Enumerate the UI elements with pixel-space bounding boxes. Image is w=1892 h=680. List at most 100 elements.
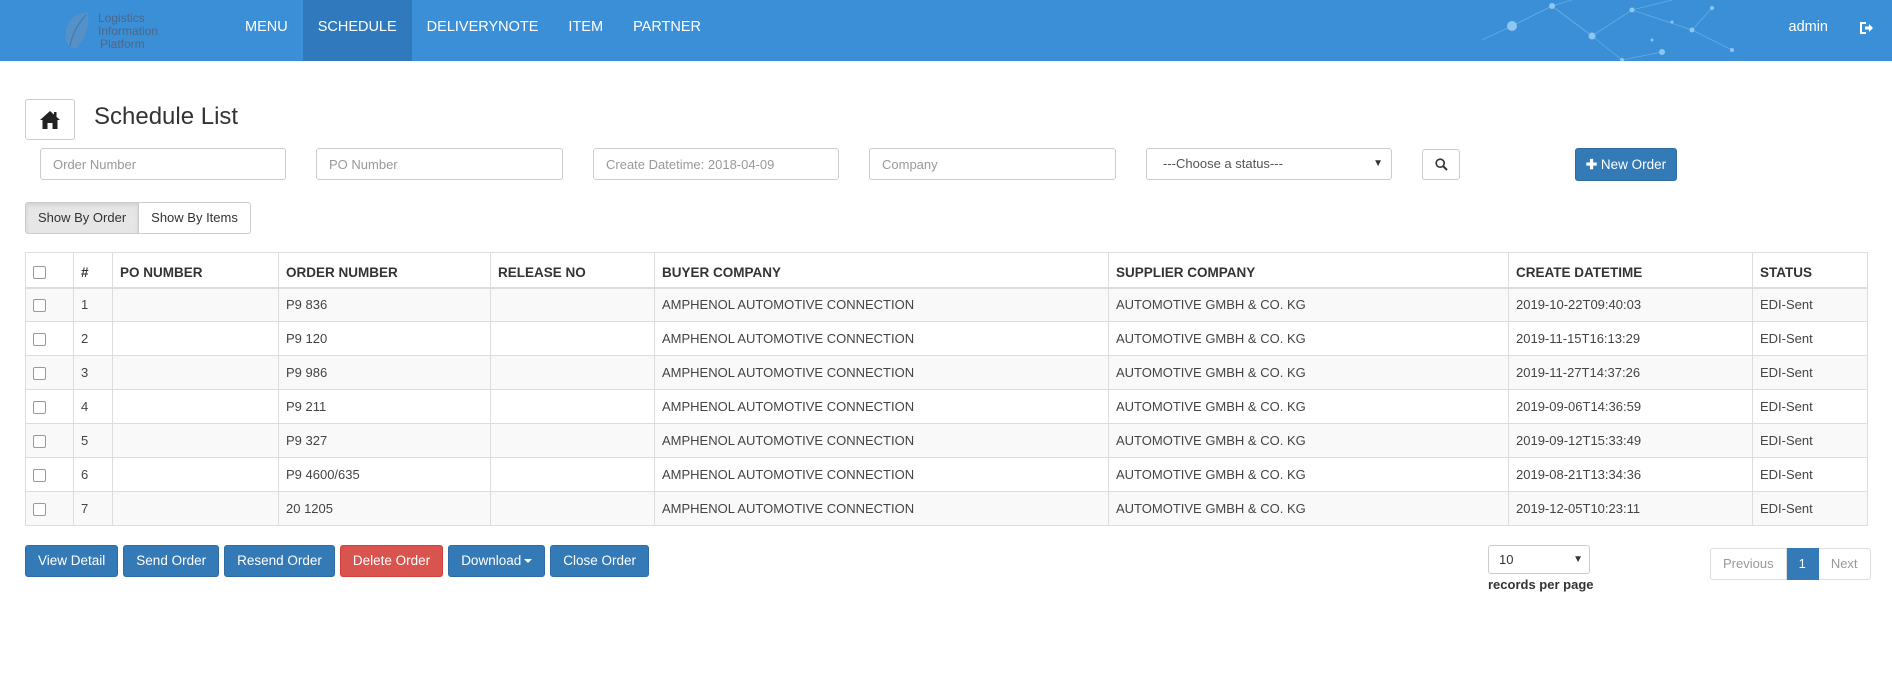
schedule-table: # PO NUMBER ORDER NUMBER RELEASE NO BUYE… [25, 252, 1868, 526]
next-page-button[interactable]: Next [1818, 548, 1871, 580]
send-order-button[interactable]: Send Order [123, 545, 220, 577]
nav-item-partner[interactable]: PARTNER [618, 0, 716, 61]
col-order-number[interactable]: ORDER NUMBER [278, 252, 491, 289]
row-checkbox[interactable] [33, 401, 46, 415]
row-select-cell [25, 457, 74, 492]
row-checkbox[interactable] [33, 299, 46, 313]
nav-item-item[interactable]: ITEM [553, 0, 618, 61]
row-checkbox[interactable] [33, 333, 46, 347]
row-select-cell [25, 423, 74, 458]
table-row[interactable]: 7 20 1205 AMPHENOL AUTOMOTIVE CONNECTION… [25, 491, 1868, 526]
page-title: Schedule List [94, 103, 239, 130]
caret-down-icon [524, 559, 533, 564]
user-menu[interactable]: admin [1789, 0, 1829, 55]
cell-release-no [490, 491, 655, 526]
row-checkbox[interactable] [33, 435, 46, 449]
action-bar: View Detail Send Order Resend Order Dele… [25, 545, 654, 577]
cell-order-number: P9 327 [278, 423, 491, 458]
row-select-cell [25, 389, 74, 424]
col-status[interactable]: STATUS [1752, 252, 1868, 289]
home-icon [40, 110, 60, 129]
row-checkbox[interactable] [33, 503, 46, 517]
delete-order-button[interactable]: Delete Order [339, 545, 444, 577]
table-row[interactable]: 2 P9 120 AMPHENOL AUTOMOTIVE CONNECTION … [25, 321, 1868, 356]
row-select-cell [25, 355, 74, 390]
records-per-page-value: 10 [1499, 552, 1514, 567]
show-by-items-button[interactable]: Show By Items [139, 202, 251, 234]
cell-release-no [490, 423, 655, 458]
table-row[interactable]: 4 P9 211 AMPHENOL AUTOMOTIVE CONNECTION … [25, 389, 1868, 424]
status-select[interactable]: ---Choose a status--- ▼ [1146, 148, 1392, 180]
cell-create-datetime: 2019-11-15T16:13:29 [1508, 321, 1753, 356]
table-row[interactable]: 5 P9 327 AMPHENOL AUTOMOTIVE CONNECTION … [25, 423, 1868, 458]
logout-icon[interactable] [1858, 20, 1874, 36]
cell-supplier-company: AUTOMOTIVE GMBH & CO. KG [1108, 321, 1509, 356]
row-select-cell [25, 287, 74, 322]
cell-buyer-company: AMPHENOL AUTOMOTIVE CONNECTION [654, 423, 1109, 458]
cell-index: 7 [73, 491, 113, 526]
cell-index: 3 [73, 355, 113, 390]
platform-logo[interactable]: Logistics Information Platform [60, 8, 200, 54]
previous-page-button[interactable]: Previous [1710, 548, 1787, 580]
records-per-page-label: records per page [1488, 577, 1594, 592]
cell-index: 6 [73, 457, 113, 492]
cell-status: EDI-Sent [1752, 287, 1868, 322]
cell-supplier-company: AUTOMOTIVE GMBH & CO. KG [1108, 491, 1509, 526]
page-1-button[interactable]: 1 [1786, 548, 1819, 580]
view-toggle: Show By Order Show By Items [25, 202, 251, 234]
cell-buyer-company: AMPHENOL AUTOMOTIVE CONNECTION [654, 321, 1109, 356]
order-number-input[interactable] [40, 148, 286, 180]
col-release-no[interactable]: RELEASE NO [490, 252, 655, 289]
cell-order-number: 20 1205 [278, 491, 491, 526]
nav-item-schedule[interactable]: SCHEDULE [302, 0, 412, 61]
logo-line-3: Platform [100, 37, 145, 51]
nav-item-menu[interactable]: MENU [230, 0, 303, 61]
cell-supplier-company: AUTOMOTIVE GMBH & CO. KG [1108, 287, 1509, 322]
col-supplier-company[interactable]: SUPPLIER COMPANY [1108, 252, 1509, 289]
download-button[interactable]: Download [448, 545, 546, 577]
cell-po-number [112, 321, 279, 356]
table-row[interactable]: 3 P9 986 AMPHENOL AUTOMOTIVE CONNECTION … [25, 355, 1868, 390]
col-index[interactable]: # [73, 252, 113, 289]
records-per-page-select[interactable]: 10 ▼ [1488, 545, 1590, 574]
nav-item-deliverynote[interactable]: DELIVERYNOTE [412, 0, 554, 61]
cell-create-datetime: 2019-11-27T14:37:26 [1508, 355, 1753, 390]
cell-po-number [112, 491, 279, 526]
po-number-input[interactable] [316, 148, 563, 180]
cell-release-no [490, 355, 655, 390]
close-order-button[interactable]: Close Order [550, 545, 650, 577]
cell-create-datetime: 2019-10-22T09:40:03 [1508, 287, 1753, 322]
cell-status: EDI-Sent [1752, 423, 1868, 458]
logo-text: Logistics Information Platform [98, 12, 158, 51]
cell-release-no [490, 321, 655, 356]
home-button[interactable] [25, 99, 75, 140]
cell-supplier-company: AUTOMOTIVE GMBH & CO. KG [1108, 423, 1509, 458]
cell-order-number: P9 211 [278, 389, 491, 424]
select-all-cell [25, 252, 74, 289]
cell-index: 4 [73, 389, 113, 424]
table-row[interactable]: 1 P9 836 AMPHENOL AUTOMOTIVE CONNECTION … [25, 287, 1868, 322]
col-po-number[interactable]: PO NUMBER [112, 252, 279, 289]
table-row[interactable]: 6 P9 4600/635 AMPHENOL AUTOMOTIVE CONNEC… [25, 457, 1868, 492]
create-datetime-input[interactable] [593, 148, 839, 180]
cell-release-no [490, 457, 655, 492]
company-input[interactable] [869, 148, 1116, 180]
cell-status: EDI-Sent [1752, 389, 1868, 424]
view-detail-button[interactable]: View Detail [25, 545, 119, 577]
col-create-datetime[interactable]: CREATE DATETIME [1508, 252, 1753, 289]
download-label: Download [461, 553, 522, 568]
show-by-order-button[interactable]: Show By Order [25, 202, 140, 234]
cell-po-number [112, 389, 279, 424]
cell-supplier-company: AUTOMOTIVE GMBH & CO. KG [1108, 355, 1509, 390]
new-order-button[interactable]: ✚ New Order [1575, 148, 1677, 181]
row-checkbox[interactable] [33, 469, 46, 483]
row-checkbox[interactable] [33, 367, 46, 381]
resend-order-button[interactable]: Resend Order [224, 545, 335, 577]
cell-create-datetime: 2019-09-12T15:33:49 [1508, 423, 1753, 458]
caret-down-icon: ▼ [1373, 158, 1383, 169]
select-all-checkbox[interactable] [33, 266, 46, 280]
col-buyer-company[interactable]: BUYER COMPANY [654, 252, 1109, 289]
search-button[interactable] [1422, 149, 1460, 180]
cell-order-number: P9 120 [278, 321, 491, 356]
cell-create-datetime: 2019-08-21T13:34:36 [1508, 457, 1753, 492]
